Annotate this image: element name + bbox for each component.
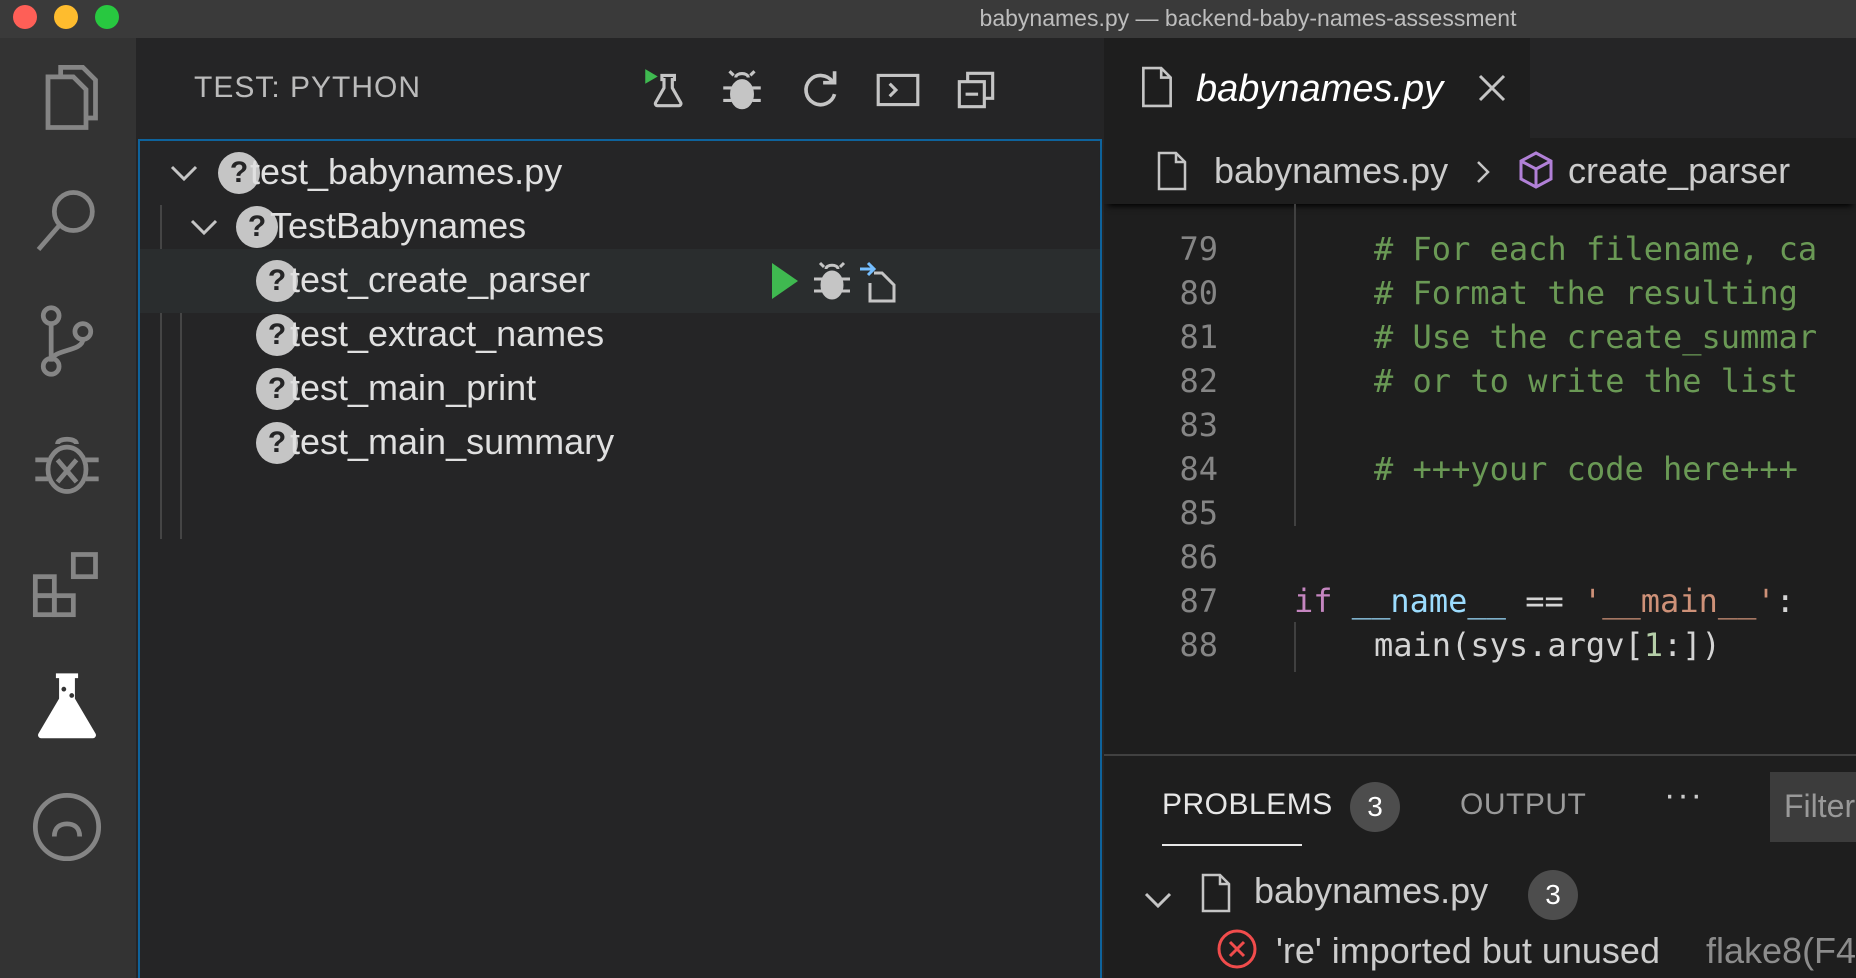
line-number: 84: [1179, 450, 1218, 488]
test-explorer-sidebar: TEST: PYTHON ? test_babynames.py ? TestB…: [136, 38, 1104, 978]
problem-group-count-badge: 3: [1528, 870, 1578, 920]
breadcrumb: babynames.py create_parser: [1104, 138, 1856, 204]
terminal-output-icon[interactable]: [870, 62, 926, 118]
editor-tabs: babynames.py: [1104, 38, 1856, 138]
code-comment: # Use the create_summar: [1374, 318, 1818, 356]
tree-item-label: test_main_print: [290, 367, 537, 408]
tab-problems[interactable]: PROBLEMS: [1162, 788, 1333, 822]
problems-count-badge: 3: [1350, 782, 1400, 832]
code-string: '__main__': [1582, 582, 1776, 620]
tree-item-label: test_extract_names: [290, 313, 605, 354]
editor-area: babynames.py babynames.py create_parser …: [1104, 38, 1856, 754]
code-line: main(sys.argv[1:]): [1374, 626, 1721, 664]
source-control-icon[interactable]: [24, 298, 110, 384]
bottom-panel: PROBLEMS 3 OUTPUT ··· Filter babynames.p…: [1104, 754, 1856, 978]
tree-item-label: test_babynames.py: [250, 151, 563, 192]
debug-all-tests-icon[interactable]: [714, 62, 770, 118]
code-line: # Format the resulting: [1374, 274, 1798, 312]
tree-item-test-main-summary[interactable]: ? test_main_summary: [140, 411, 1100, 475]
code-line: # or to write the list: [1374, 362, 1798, 400]
activity-bar: [0, 38, 136, 978]
breadcrumb-file[interactable]: babynames.py: [1214, 150, 1448, 192]
go-to-test-icon[interactable]: [856, 257, 904, 305]
collapse-all-icon[interactable]: [948, 62, 1004, 118]
line-number: 87: [1179, 582, 1218, 620]
code-line: # +++your code here+++: [1374, 450, 1798, 488]
chevron-down-icon[interactable]: [186, 209, 222, 245]
window-title: babynames.py — backend-baby-names-assess…: [979, 5, 1517, 31]
problem-message[interactable]: 're' imported but unused: [1276, 930, 1660, 972]
title-bar: babynames.py — backend-baby-names-assess…: [0, 0, 1856, 38]
run-test-icon[interactable]: [760, 257, 808, 305]
breadcrumb-symbol[interactable]: create_parser: [1568, 150, 1790, 192]
problem-source: flake8(F4: [1706, 930, 1856, 971]
tree-item-label: TestBabynames: [270, 205, 527, 246]
close-icon[interactable]: [1474, 70, 1510, 106]
code-punctuation: :: [1775, 582, 1795, 620]
problem-group-file[interactable]: babynames.py: [1254, 870, 1488, 912]
chevron-right-icon: [1477, 161, 1490, 183]
search-icon[interactable]: [24, 178, 110, 264]
line-number: 86: [1179, 538, 1218, 576]
code-line: # For each filename, ca: [1374, 230, 1817, 268]
test-row-actions: [760, 257, 900, 305]
test-tree: ? test_babynames.py ? TestBabynames ? te…: [138, 139, 1102, 978]
line-number: 82: [1179, 362, 1218, 400]
more-actions-icon[interactable]: ···: [1664, 776, 1704, 815]
line-number: 88: [1179, 626, 1218, 664]
sidebar-title: TEST: PYTHON: [194, 71, 422, 104]
code-keyword: if: [1294, 582, 1333, 620]
code-variable: __name__: [1351, 582, 1506, 620]
github-icon[interactable]: [24, 784, 110, 870]
code-operator: ==: [1525, 582, 1564, 620]
debug-test-icon[interactable]: [808, 257, 856, 305]
code-line: # Use the create_summar: [1374, 318, 1817, 356]
code-comment: # +++your code here+++: [1374, 450, 1798, 488]
error-icon: [1217, 929, 1257, 969]
line-number: 83: [1179, 406, 1218, 444]
line-number: 85: [1179, 494, 1218, 532]
code-number: 1: [1643, 626, 1663, 664]
method-cube-icon: [1519, 151, 1553, 189]
chevron-down-icon[interactable]: [166, 155, 202, 191]
line-number: 80: [1179, 274, 1218, 312]
code-comment: # For each filename, ca: [1374, 230, 1818, 268]
code-comment: # Format the resulting: [1374, 274, 1798, 312]
sidebar-header: TEST: PYTHON: [136, 38, 1104, 138]
line-number: 79: [1179, 230, 1218, 268]
tab-output[interactable]: OUTPUT: [1460, 788, 1586, 822]
run-all-tests-icon[interactable]: [636, 62, 692, 118]
filter-input[interactable]: Filter: [1770, 772, 1856, 842]
tab-label: babynames.py: [1196, 68, 1444, 110]
code-comment: # or to write the list: [1374, 362, 1798, 400]
chevron-down-icon[interactable]: [1140, 882, 1176, 918]
tree-item-label: test_create_parser: [290, 259, 591, 300]
debug-icon[interactable]: [24, 420, 110, 506]
indent-guide: [1294, 272, 1296, 526]
tree-item-label: test_main_summary: [290, 421, 615, 462]
file-icon: [1157, 151, 1187, 191]
extensions-icon[interactable]: [24, 540, 110, 626]
file-icon: [1142, 66, 1172, 108]
file-icon: [1201, 873, 1231, 913]
explorer-icon[interactable]: [24, 56, 110, 142]
code-view[interactable]: 79 80 81 82 83 84 85 86 87 88 # For each…: [1104, 204, 1856, 754]
indent-guide: [1294, 622, 1296, 672]
active-tab-indicator: [1162, 844, 1302, 846]
tab-babynames-py[interactable]: babynames.py: [1104, 38, 1530, 138]
refresh-icon[interactable]: [792, 62, 848, 118]
code-line: if __name__ == '__main__':: [1294, 582, 1795, 620]
test-flask-icon[interactable]: [24, 662, 110, 748]
code-call-end: :]): [1662, 626, 1721, 664]
line-number: 81: [1179, 318, 1218, 356]
code-call: main(sys.argv[: [1374, 626, 1644, 664]
